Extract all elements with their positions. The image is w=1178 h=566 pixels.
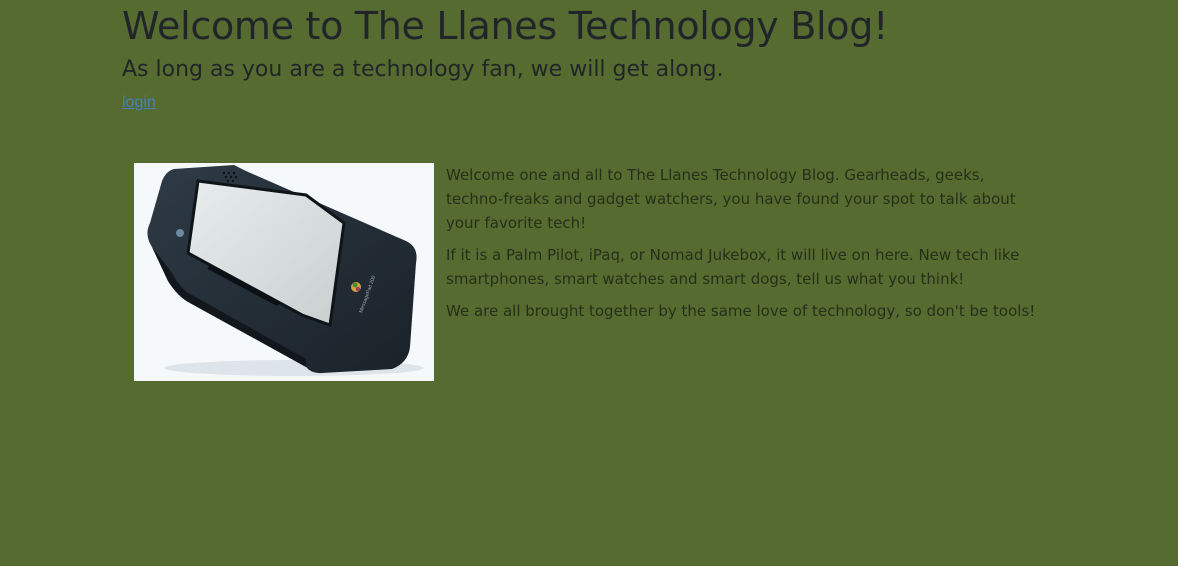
login-link[interactable]: login — [122, 94, 156, 112]
intro-content: Welcome one and all to The Llanes Techno… — [446, 163, 1036, 331]
newton-device-image: MessagePad 200 — [134, 163, 434, 381]
page-subtitle: As long as you are a technology fan, we … — [122, 57, 724, 82]
intro-paragraph: If it is a Palm Pilot, iPaq, or Nomad Ju… — [446, 246, 1020, 288]
device-photo: MessagePad 200 — [134, 163, 434, 381]
page-title: Welcome to The Llanes Technology Blog! — [122, 4, 889, 48]
intro-paragraph: Welcome one and all to The Llanes Techno… — [446, 166, 1016, 232]
intro-paragraph: We are all brought together by the same … — [446, 302, 1036, 320]
